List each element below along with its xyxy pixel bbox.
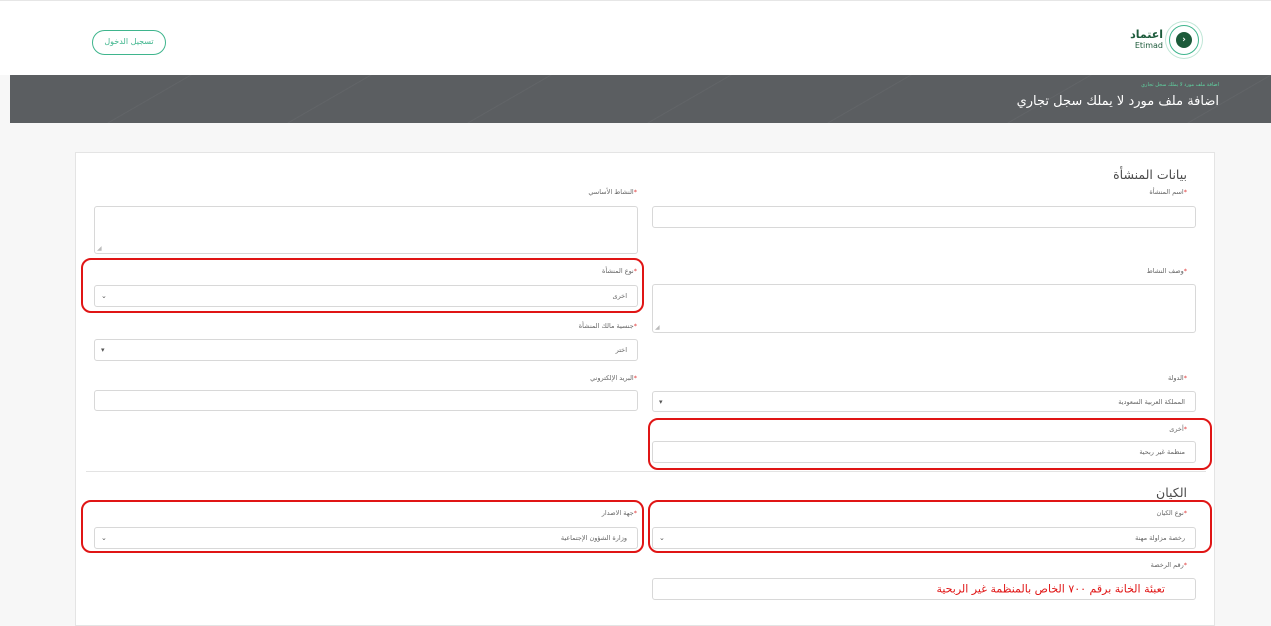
country-label: الدولة* [1167, 374, 1187, 382]
logo-arabic: اعتماد [1130, 28, 1163, 41]
facility-name-label: اسم المنشأة* [1149, 188, 1187, 196]
breadcrumb[interactable]: اضافة ملف مورد لا يملك سجل تجاري [1141, 82, 1219, 88]
main-activity-textarea[interactable]: ◢ [94, 206, 638, 254]
chevron-down-icon: ▾ [101, 346, 105, 354]
page-title: اضافة ملف مورد لا يملك سجل تجاري [1016, 94, 1219, 109]
country-select[interactable]: المملكة العربية السعودية ▾ [652, 391, 1196, 412]
other-highlight [648, 418, 1212, 470]
supplier-form-card: بيانات المنشأة اسم المنشأة* النشاط الأسا… [75, 152, 1215, 626]
logo-text: اعتماد Etimad [1130, 29, 1163, 51]
license-instruction-note: تعبئة الخانة برقم ٧٠٠ الخاص بالمنظمة غير… [936, 582, 1165, 596]
email-input[interactable] [94, 390, 638, 411]
issuer-highlight [81, 500, 644, 553]
logo-english: Etimad [1134, 41, 1163, 50]
etimad-logo[interactable]: اعتماد Etimad › [1130, 23, 1199, 57]
logo-mark-icon: › [1169, 25, 1199, 55]
top-header: تسجيل الدخول اعتماد Etimad › [0, 0, 1271, 75]
entity-type-highlight [648, 500, 1212, 553]
facility-section-title: بيانات المنشأة [1113, 167, 1187, 182]
country-value: المملكة العربية السعودية [1118, 397, 1185, 406]
owner-nationality-select[interactable]: اختر ▾ [94, 339, 638, 361]
chevron-down-icon: ▾ [659, 397, 663, 406]
email-label: البريد الإلكتروني* [590, 374, 637, 382]
license-number-label: رقم الرخصة* [1150, 561, 1187, 569]
entity-section-title: الكيان [1156, 485, 1187, 500]
activity-description-label: وصف النشاط* [1146, 267, 1187, 275]
main-activity-label: النشاط الأساسي* [588, 188, 637, 196]
license-number-input[interactable]: تعبئة الخانة برقم ٧٠٠ الخاص بالمنظمة غير… [652, 578, 1196, 600]
owner-nationality-value: اختر [615, 346, 627, 354]
facility-type-highlight [81, 258, 644, 313]
section-divider [86, 471, 1206, 472]
activity-description-textarea[interactable]: ◢ [652, 284, 1196, 333]
facility-name-input[interactable] [652, 206, 1196, 228]
page-banner: اضافة ملف مورد لا يملك سجل تجاري اضافة م… [10, 75, 1271, 123]
owner-nationality-label: جنسية مالك المنشأة* [578, 322, 637, 330]
login-button[interactable]: تسجيل الدخول [92, 30, 166, 55]
